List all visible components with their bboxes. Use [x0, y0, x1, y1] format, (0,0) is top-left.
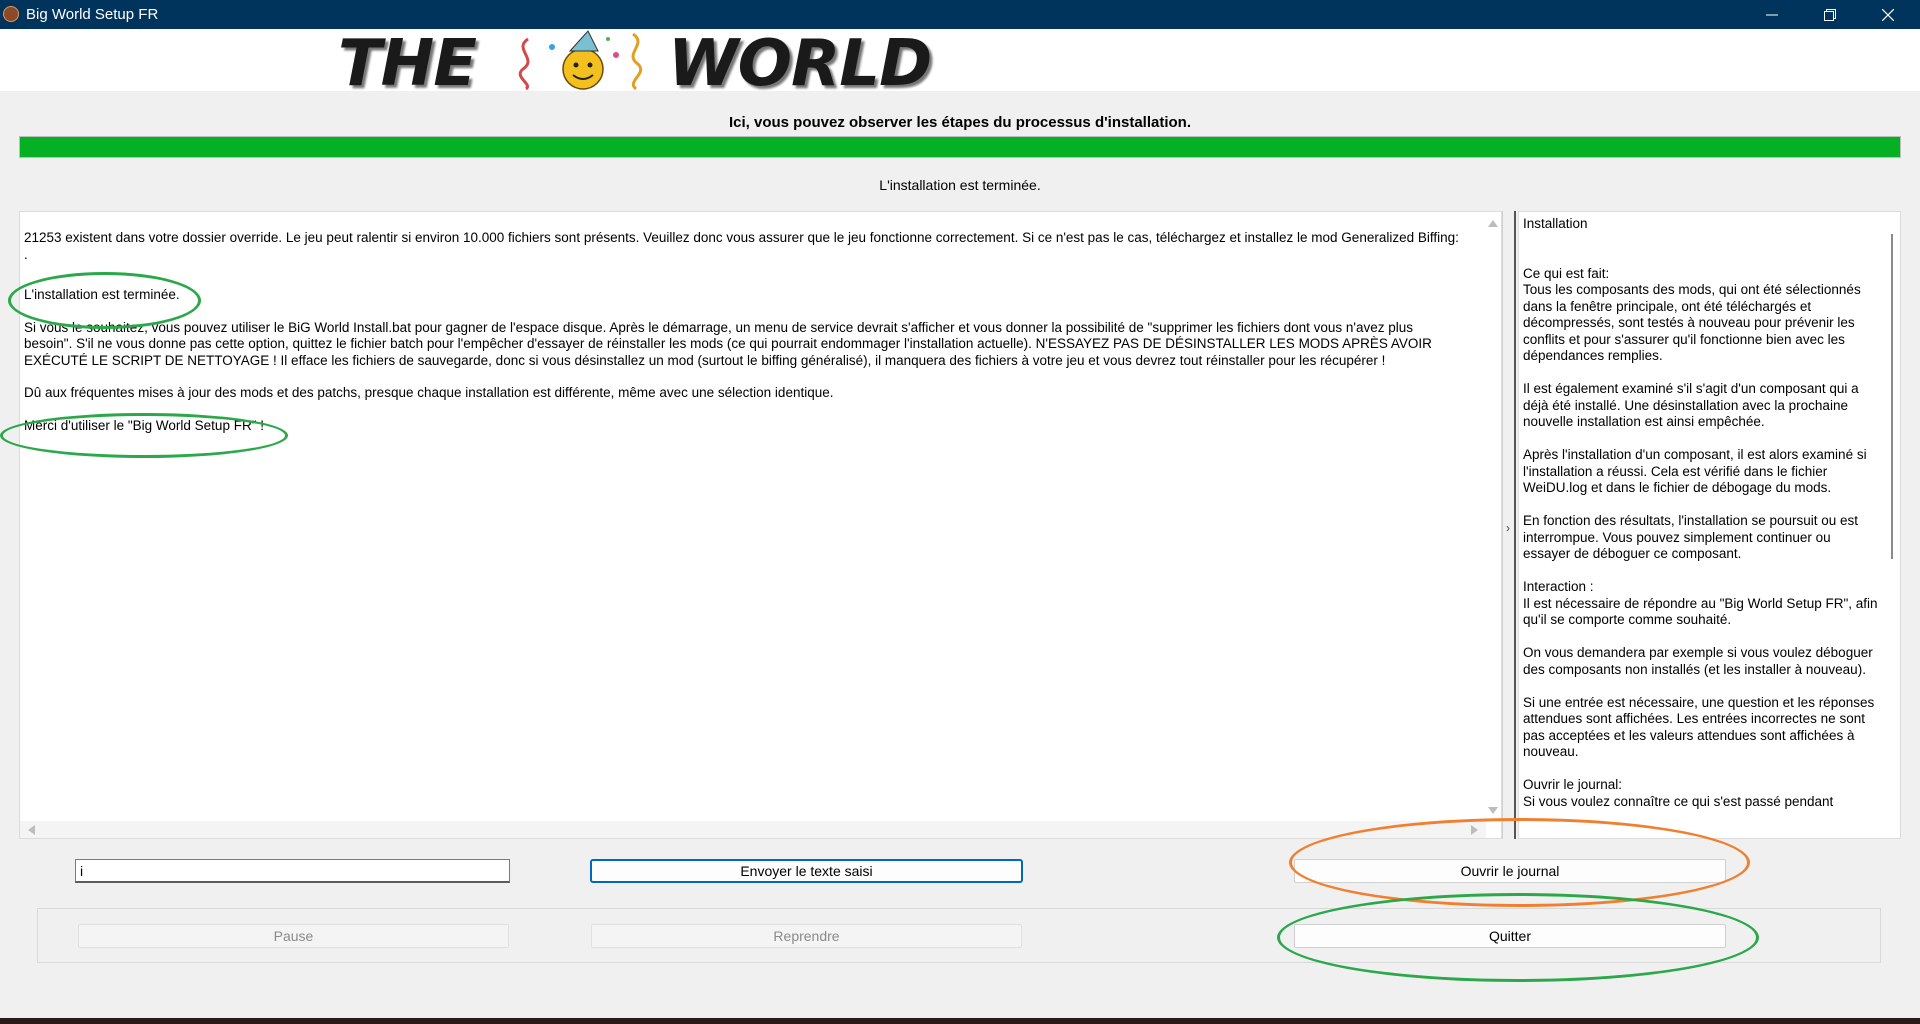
- minimize-icon: [1766, 14, 1778, 15]
- scroll-left-icon[interactable]: [28, 825, 35, 835]
- pause-button[interactable]: Pause: [78, 924, 509, 948]
- logo-word-right: WORLD: [668, 27, 932, 101]
- send-text-button[interactable]: Envoyer le texte saisi: [590, 859, 1023, 883]
- panel-splitter[interactable]: ›: [1502, 211, 1516, 839]
- status-text: L'installation est terminée.: [879, 177, 1041, 193]
- scroll-up-icon[interactable]: [1488, 220, 1498, 227]
- help-paragraph: En fonction des résultats, l'installatio…: [1523, 513, 1859, 561]
- scroll-down-icon[interactable]: [1488, 807, 1498, 814]
- instruction-text: Ici, vous pouvez observer les étapes du …: [728, 114, 1192, 131]
- title-bar: Big World Setup FR: [0, 0, 1920, 29]
- help-paragraph: Si une entrée est nécessaire, une questi…: [1523, 694, 1875, 760]
- log-line: 21253 existent dans votre dossier overri…: [24, 230, 1459, 262]
- quit-button[interactable]: Quitter: [1294, 924, 1726, 948]
- help-paragraph: Interaction : Il est nécessaire de répon…: [1523, 579, 1878, 627]
- scroll-right-icon[interactable]: [1471, 825, 1478, 835]
- log-line: Dû aux fréquentes mises à jour des mods …: [24, 385, 834, 400]
- progress-fill: [20, 137, 1900, 157]
- help-paragraph: On vous demandera par exemple si vous vo…: [1523, 645, 1873, 677]
- help-paragraph: Installation: [1523, 216, 1588, 231]
- log-output[interactable]: 21253 existent dans votre dossier overri…: [19, 211, 1502, 839]
- chevron-right-icon[interactable]: ›: [1506, 521, 1510, 535]
- log-line: Merci d'utiliser le "Big World Setup FR"…: [24, 417, 264, 433]
- progress-bar: [19, 136, 1901, 158]
- resume-button[interactable]: Reprendre: [591, 924, 1022, 948]
- help-paragraph: Ouvrir le journal: Si vous voulez connaî…: [1523, 777, 1834, 809]
- taskbar-edge: [0, 1018, 1920, 1024]
- help-scroll-thumb[interactable]: [1891, 234, 1893, 559]
- help-text: Installation Ce qui est fait: Tous les c…: [1523, 216, 1878, 827]
- log-text: 21253 existent dans votre dossier overri…: [24, 230, 1464, 450]
- help-paragraph: Après l'installation d'un composant, il …: [1523, 447, 1867, 495]
- help-panel[interactable]: Installation Ce qui est fait: Tous les c…: [1518, 211, 1901, 839]
- restore-button[interactable]: [1801, 0, 1859, 29]
- answer-input[interactable]: [75, 859, 510, 883]
- log-line: L'installation est terminée.: [24, 287, 180, 302]
- logo-word-left: THE: [338, 27, 477, 101]
- open-log-button[interactable]: Ouvrir le journal: [1294, 859, 1726, 883]
- party-mascot-icon: [518, 30, 642, 91]
- minimize-button[interactable]: [1743, 0, 1801, 29]
- restore-icon: [1824, 8, 1836, 21]
- close-button[interactable]: [1859, 0, 1917, 29]
- banner-logo: THE WORLD: [338, 27, 958, 101]
- window-title: Big World Setup FR: [26, 6, 159, 23]
- log-horizontal-scrollbar[interactable]: [20, 821, 1486, 838]
- help-paragraph: Ce qui est fait: Tous les composants des…: [1523, 265, 1861, 364]
- log-vertical-scrollbar[interactable]: [1484, 212, 1501, 822]
- close-icon: [1882, 8, 1894, 21]
- help-scrollbar[interactable]: [1883, 212, 1900, 838]
- help-paragraph: Il est également examiné s'il s'agit d'u…: [1523, 381, 1859, 429]
- app-icon: [3, 6, 19, 22]
- log-line: Si vous le souhaitez, vous pouvez utilis…: [24, 319, 1432, 368]
- banner: THE WORLD: [0, 27, 1920, 101]
